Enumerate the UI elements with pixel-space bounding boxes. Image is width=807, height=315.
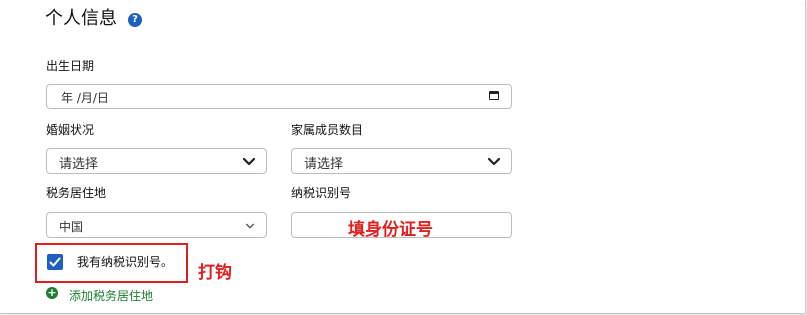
plus-circle-icon[interactable]: +: [46, 287, 58, 299]
add-tax-residence-link[interactable]: 添加税务居住地: [69, 287, 153, 304]
tax-id-label: 纳税识别号: [291, 186, 352, 200]
question-icon[interactable]: ?: [128, 13, 142, 27]
family-members-select[interactable]: 请选择: [291, 148, 512, 174]
family-members-value: 请选择: [304, 157, 344, 172]
marital-status-value: 请选择: [59, 157, 99, 172]
check-annotation: 打钩: [198, 263, 232, 283]
marital-status-label: 婚姻状况: [46, 123, 95, 137]
tax-id-annotation: 填身份证号: [348, 220, 433, 240]
family-members-label: 家属成员数目: [291, 123, 364, 137]
tax-residence-select[interactable]: 中国: [46, 212, 267, 238]
birth-date-input[interactable]: 年 /月/日: [46, 84, 512, 109]
has-tax-id-checkbox[interactable]: [47, 254, 63, 270]
tax-residence-label: 税务居住地: [46, 186, 107, 200]
checkmark-icon: [49, 257, 61, 267]
calendar-icon[interactable]: [489, 91, 499, 100]
birth-date-placeholder: 年 /月/日: [61, 91, 109, 105]
chevron-down-icon: [245, 223, 255, 229]
has-tax-id-label: 我有纳税识别号。: [77, 255, 174, 269]
birth-date-label: 出生日期: [46, 59, 95, 73]
chevron-down-icon: [242, 157, 256, 166]
marital-status-select[interactable]: 请选择: [46, 148, 267, 174]
tax-residence-value: 中国: [59, 220, 84, 234]
chevron-down-icon: [487, 157, 501, 166]
tax-id-input[interactable]: 填身份证号: [291, 212, 512, 240]
section-title: 个人信息: [45, 8, 117, 29]
